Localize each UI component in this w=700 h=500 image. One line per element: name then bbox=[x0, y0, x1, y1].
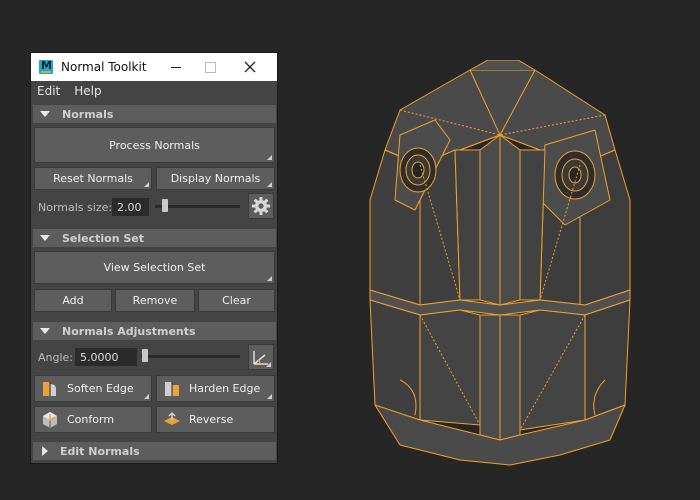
harden-edge-icon bbox=[165, 381, 179, 396]
soften-edge-icon bbox=[43, 381, 56, 396]
collapse-arrow-icon bbox=[40, 235, 50, 241]
expand-arrow-icon bbox=[42, 446, 48, 456]
section-selection-set-label: Selection Set bbox=[62, 231, 145, 245]
settings-button[interactable] bbox=[248, 193, 274, 219]
clear-button[interactable]: Clear bbox=[198, 289, 275, 312]
section-normals-label: Normals bbox=[62, 107, 114, 121]
minimize-icon bbox=[171, 66, 181, 68]
title-bar[interactable]: M Normal Toolkit bbox=[31, 53, 277, 81]
window-title: Normal Toolkit bbox=[61, 60, 147, 74]
conform-icon bbox=[43, 411, 57, 428]
menu-bar: Edit Help bbox=[31, 81, 277, 101]
section-selection-set-header[interactable]: Selection Set bbox=[33, 229, 276, 247]
view-selection-set-button[interactable]: View Selection Set bbox=[34, 251, 275, 284]
gear-icon bbox=[252, 197, 270, 215]
close-button[interactable] bbox=[233, 53, 267, 81]
maya-app-icon: M bbox=[39, 59, 53, 74]
collapse-arrow-icon bbox=[40, 328, 50, 334]
viewport-mesh-object[interactable] bbox=[360, 60, 640, 470]
section-normals-adjustments-label: Normals Adjustments bbox=[62, 324, 196, 338]
reset-normals-button[interactable]: Reset Normals bbox=[34, 167, 152, 190]
soften-edge-button[interactable]: Soften Edge bbox=[34, 375, 152, 402]
reverse-icon bbox=[164, 411, 180, 425]
maximize-icon bbox=[204, 61, 216, 73]
angle-label: Angle: bbox=[38, 351, 74, 364]
remove-label: Remove bbox=[132, 294, 178, 307]
angle-slider-track[interactable] bbox=[141, 355, 240, 358]
normals-size-label: Normals size: bbox=[38, 201, 113, 214]
menu-edit[interactable]: Edit bbox=[37, 84, 60, 98]
section-normals-header[interactable]: Normals bbox=[33, 105, 276, 123]
reset-normals-label: Reset Normals bbox=[53, 172, 133, 185]
menu-help[interactable]: Help bbox=[74, 84, 101, 98]
process-normals-label: Process Normals bbox=[109, 138, 200, 152]
view-selection-set-label: View Selection Set bbox=[103, 261, 206, 274]
harden-edge-label: Harden Edge bbox=[189, 382, 261, 395]
angle-tool-button[interactable] bbox=[248, 344, 274, 370]
add-button[interactable]: Add bbox=[34, 289, 112, 312]
reverse-button[interactable]: Reverse bbox=[156, 406, 275, 433]
conform-button[interactable]: Conform bbox=[34, 406, 152, 433]
display-normals-label: Display Normals bbox=[170, 172, 261, 185]
add-label: Add bbox=[62, 294, 84, 307]
normals-size-slider-thumb[interactable] bbox=[162, 199, 168, 212]
normal-toolkit-window: M Normal Toolkit Edit Help Normals Proce… bbox=[30, 52, 278, 464]
close-icon bbox=[244, 61, 256, 73]
maximize-button[interactable] bbox=[193, 53, 227, 81]
normals-size-field[interactable]: 2.00 bbox=[112, 198, 149, 216]
harden-edge-button[interactable]: Harden Edge bbox=[156, 375, 275, 402]
process-normals-button[interactable]: Process Normals bbox=[34, 127, 275, 163]
section-edit-normals-header[interactable]: Edit Normals bbox=[33, 442, 276, 460]
remove-button[interactable]: Remove bbox=[115, 289, 195, 312]
section-normals-adjustments-header[interactable]: Normals Adjustments bbox=[33, 322, 276, 340]
conform-label: Conform bbox=[67, 413, 115, 426]
angle-slider-thumb[interactable] bbox=[142, 349, 148, 362]
reverse-label: Reverse bbox=[189, 413, 234, 426]
collapse-arrow-icon bbox=[40, 111, 50, 117]
minimize-button[interactable] bbox=[159, 53, 193, 81]
soften-edge-label: Soften Edge bbox=[67, 382, 134, 395]
display-normals-button[interactable]: Display Normals bbox=[156, 167, 275, 190]
clear-label: Clear bbox=[222, 294, 251, 307]
angle-field[interactable]: 5.0000 bbox=[75, 348, 137, 366]
section-edit-normals-label: Edit Normals bbox=[60, 444, 140, 458]
